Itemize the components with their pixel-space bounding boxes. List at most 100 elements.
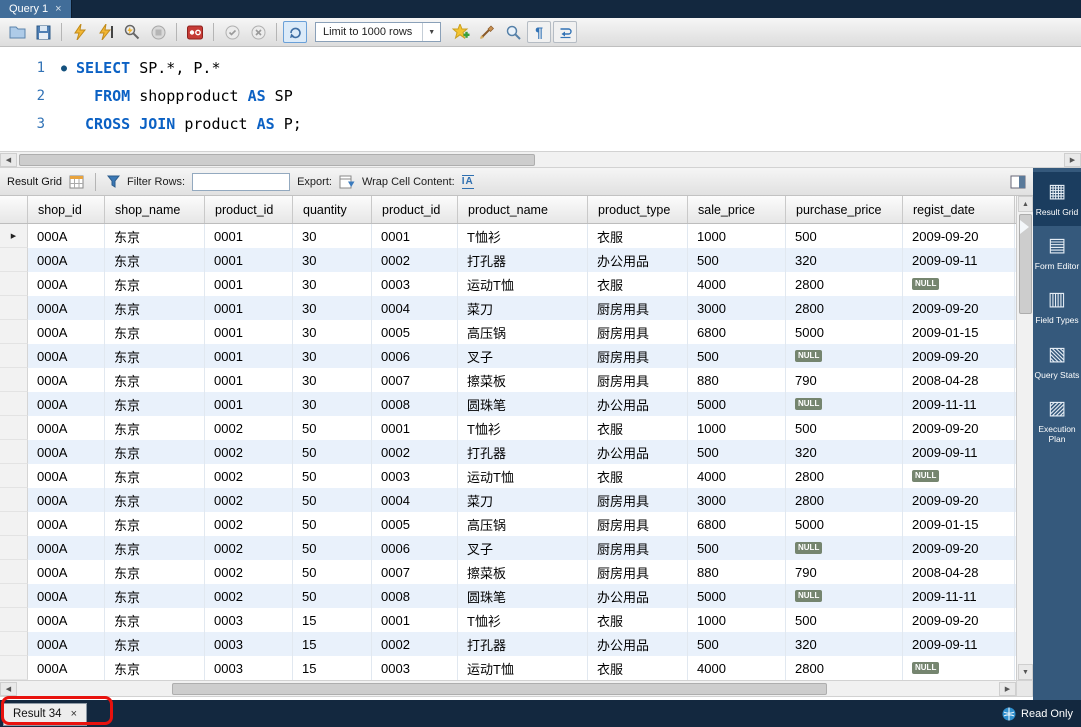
table-row[interactable]: 000A 东京 0003 15 0003 运动T恤 衣服 4000 2800 NULL	[0, 656, 1016, 680]
table-row[interactable]: 000A 东京 0001 30 0002 打孔器 办公用品 500 320 2009-09-11	[0, 248, 1016, 272]
grid-cell[interactable]: NULL	[786, 536, 903, 560]
grid-cell[interactable]: 叉子	[458, 344, 588, 368]
grid-cell[interactable]: 2009-11-11	[903, 584, 1015, 608]
code-text[interactable]: SELECT SP.*, P.*	[76, 59, 221, 77]
tab-close-icon[interactable]: ×	[55, 3, 61, 15]
grid-cell[interactable]: 15	[293, 632, 372, 656]
grid-cell[interactable]: 5000	[688, 584, 786, 608]
table-row[interactable]: 000A 东京 0002 50 0004 菜刀 厨房用具 3000 2800 2009-09-20	[0, 488, 1016, 512]
column-header[interactable]: product_name	[458, 196, 588, 223]
grid-cell[interactable]: 50	[293, 512, 372, 536]
grid-cell[interactable]: 0001	[372, 608, 458, 632]
grid-cell[interactable]: 2009-09-11	[903, 632, 1015, 656]
column-header[interactable]: sale_price	[688, 196, 786, 223]
grid-cell[interactable]: 5000	[786, 320, 903, 344]
table-row[interactable]: 000A 东京 0003 15 0002 打孔器 办公用品 500 320 2009-09-11	[0, 632, 1016, 656]
grid-cell[interactable]: 0002	[372, 632, 458, 656]
grid-cell[interactable]: 办公用品	[588, 440, 688, 464]
grid-cell[interactable]: 2009-09-20	[903, 224, 1015, 248]
column-header[interactable]: product_type	[588, 196, 688, 223]
grid-cell[interactable]: 0003	[205, 632, 293, 656]
grid-cell[interactable]: 2800	[786, 272, 903, 296]
grid-cell[interactable]: 厨房用具	[588, 368, 688, 392]
row-selector[interactable]	[0, 512, 28, 536]
row-selector[interactable]	[0, 296, 28, 320]
grid-cell[interactable]: 圆珠笔	[458, 392, 588, 416]
grid-cell[interactable]: 320	[786, 248, 903, 272]
row-selector[interactable]	[0, 488, 28, 512]
grid-cell[interactable]: T恤衫	[458, 608, 588, 632]
grid-cell[interactable]: 000A	[28, 344, 105, 368]
grid-cell[interactable]: 东京	[105, 248, 205, 272]
grid-cell[interactable]: 0002	[205, 536, 293, 560]
grid-cell[interactable]: 东京	[105, 584, 205, 608]
grid-cell[interactable]: 000A	[28, 320, 105, 344]
commit-button[interactable]	[220, 21, 244, 43]
grid-cell[interactable]: 2009-09-20	[903, 608, 1015, 632]
row-selector[interactable]	[0, 272, 28, 296]
grid-cell[interactable]: 500	[688, 632, 786, 656]
grid-cell[interactable]: 0008	[372, 392, 458, 416]
table-row[interactable]: 000A 东京 0001 30 0005 高压锅 厨房用具 6800 5000 2009-01-1…	[0, 320, 1016, 344]
grid-cell[interactable]: 2800	[786, 464, 903, 488]
grid-cell[interactable]: 0001	[205, 248, 293, 272]
grid-cell[interactable]: 000A	[28, 536, 105, 560]
rollback-button[interactable]	[246, 21, 270, 43]
grid-cell[interactable]: NULL	[903, 464, 1015, 488]
grid-cell[interactable]: 东京	[105, 392, 205, 416]
grid-cell[interactable]: 790	[786, 368, 903, 392]
grid-cell[interactable]: 东京	[105, 536, 205, 560]
collapse-panel-arrow-icon[interactable]	[1020, 220, 1029, 234]
grid-cell[interactable]: 2800	[786, 488, 903, 512]
table-row[interactable]: 000A 东京 0002 50 0008 圆珠笔 办公用品 5000 NULL 2009-11-1…	[0, 584, 1016, 608]
sidebar-item-execution-plan[interactable]: ▨ Execution Plan	[1033, 389, 1081, 453]
grid-cell[interactable]: 0006	[372, 536, 458, 560]
grid-cell[interactable]: 衣服	[588, 224, 688, 248]
grid-cell[interactable]: 000A	[28, 224, 105, 248]
grid-cell[interactable]: 000A	[28, 392, 105, 416]
grid-cell[interactable]: 0001	[205, 224, 293, 248]
editor-scrollbar-thumb[interactable]	[19, 154, 535, 166]
grid-cell[interactable]: 运动T恤	[458, 656, 588, 680]
grid-cell[interactable]: 500	[688, 344, 786, 368]
grid-cell[interactable]: 6800	[688, 320, 786, 344]
grid-cell[interactable]: NULL	[786, 584, 903, 608]
row-selector[interactable]	[0, 464, 28, 488]
grid-cell[interactable]: 6800	[688, 512, 786, 536]
grid-cell[interactable]: 2800	[786, 296, 903, 320]
grid-cell[interactable]: 30	[293, 392, 372, 416]
column-header[interactable]: product_id	[205, 196, 293, 223]
grid-cell[interactable]: 5000	[688, 392, 786, 416]
grid-cell[interactable]: 0001	[205, 296, 293, 320]
grid-cell[interactable]: 50	[293, 464, 372, 488]
grid-cell[interactable]: 000A	[28, 248, 105, 272]
export-icon[interactable]	[339, 175, 355, 189]
grid-corner-cell[interactable]	[0, 196, 28, 223]
grid-cell[interactable]: 1000	[688, 416, 786, 440]
grid-cell[interactable]: 50	[293, 488, 372, 512]
grid-cell[interactable]: 2009-09-11	[903, 440, 1015, 464]
grid-cell[interactable]: 4000	[688, 272, 786, 296]
grid-cell[interactable]: 50	[293, 440, 372, 464]
grid-cell[interactable]: T恤衫	[458, 416, 588, 440]
grid-cell[interactable]: 高压锅	[458, 320, 588, 344]
grid-cell[interactable]: 东京	[105, 608, 205, 632]
grid-cell[interactable]: 50	[293, 536, 372, 560]
grid-cell[interactable]: 0002	[205, 416, 293, 440]
panel-toggle-button[interactable]	[1010, 175, 1026, 189]
sql-editor[interactable]: 1 ● SELECT SP.*, P.* 2 FROM shopproduct AS …	[0, 47, 1081, 151]
grid-cell[interactable]: 办公用品	[588, 584, 688, 608]
grid-cell[interactable]: NULL	[903, 656, 1015, 680]
grid-cell[interactable]: 000A	[28, 272, 105, 296]
table-row[interactable]: 000A 东京 0001 30 0008 圆珠笔 办公用品 5000 NULL 2009-11-1…	[0, 392, 1016, 416]
grid-cell[interactable]: 东京	[105, 440, 205, 464]
grid-cell[interactable]: 2008-04-28	[903, 368, 1015, 392]
grid-cell[interactable]: 500	[786, 608, 903, 632]
grid-cell[interactable]: 2009-09-20	[903, 344, 1015, 368]
grid-cell[interactable]: 0003	[372, 272, 458, 296]
grid-cell[interactable]: 15	[293, 656, 372, 680]
grid-cell[interactable]: 0002	[372, 440, 458, 464]
grid-cell[interactable]: 打孔器	[458, 440, 588, 464]
grid-cell[interactable]: 0001	[205, 392, 293, 416]
grid-cell[interactable]: 擦菜板	[458, 368, 588, 392]
